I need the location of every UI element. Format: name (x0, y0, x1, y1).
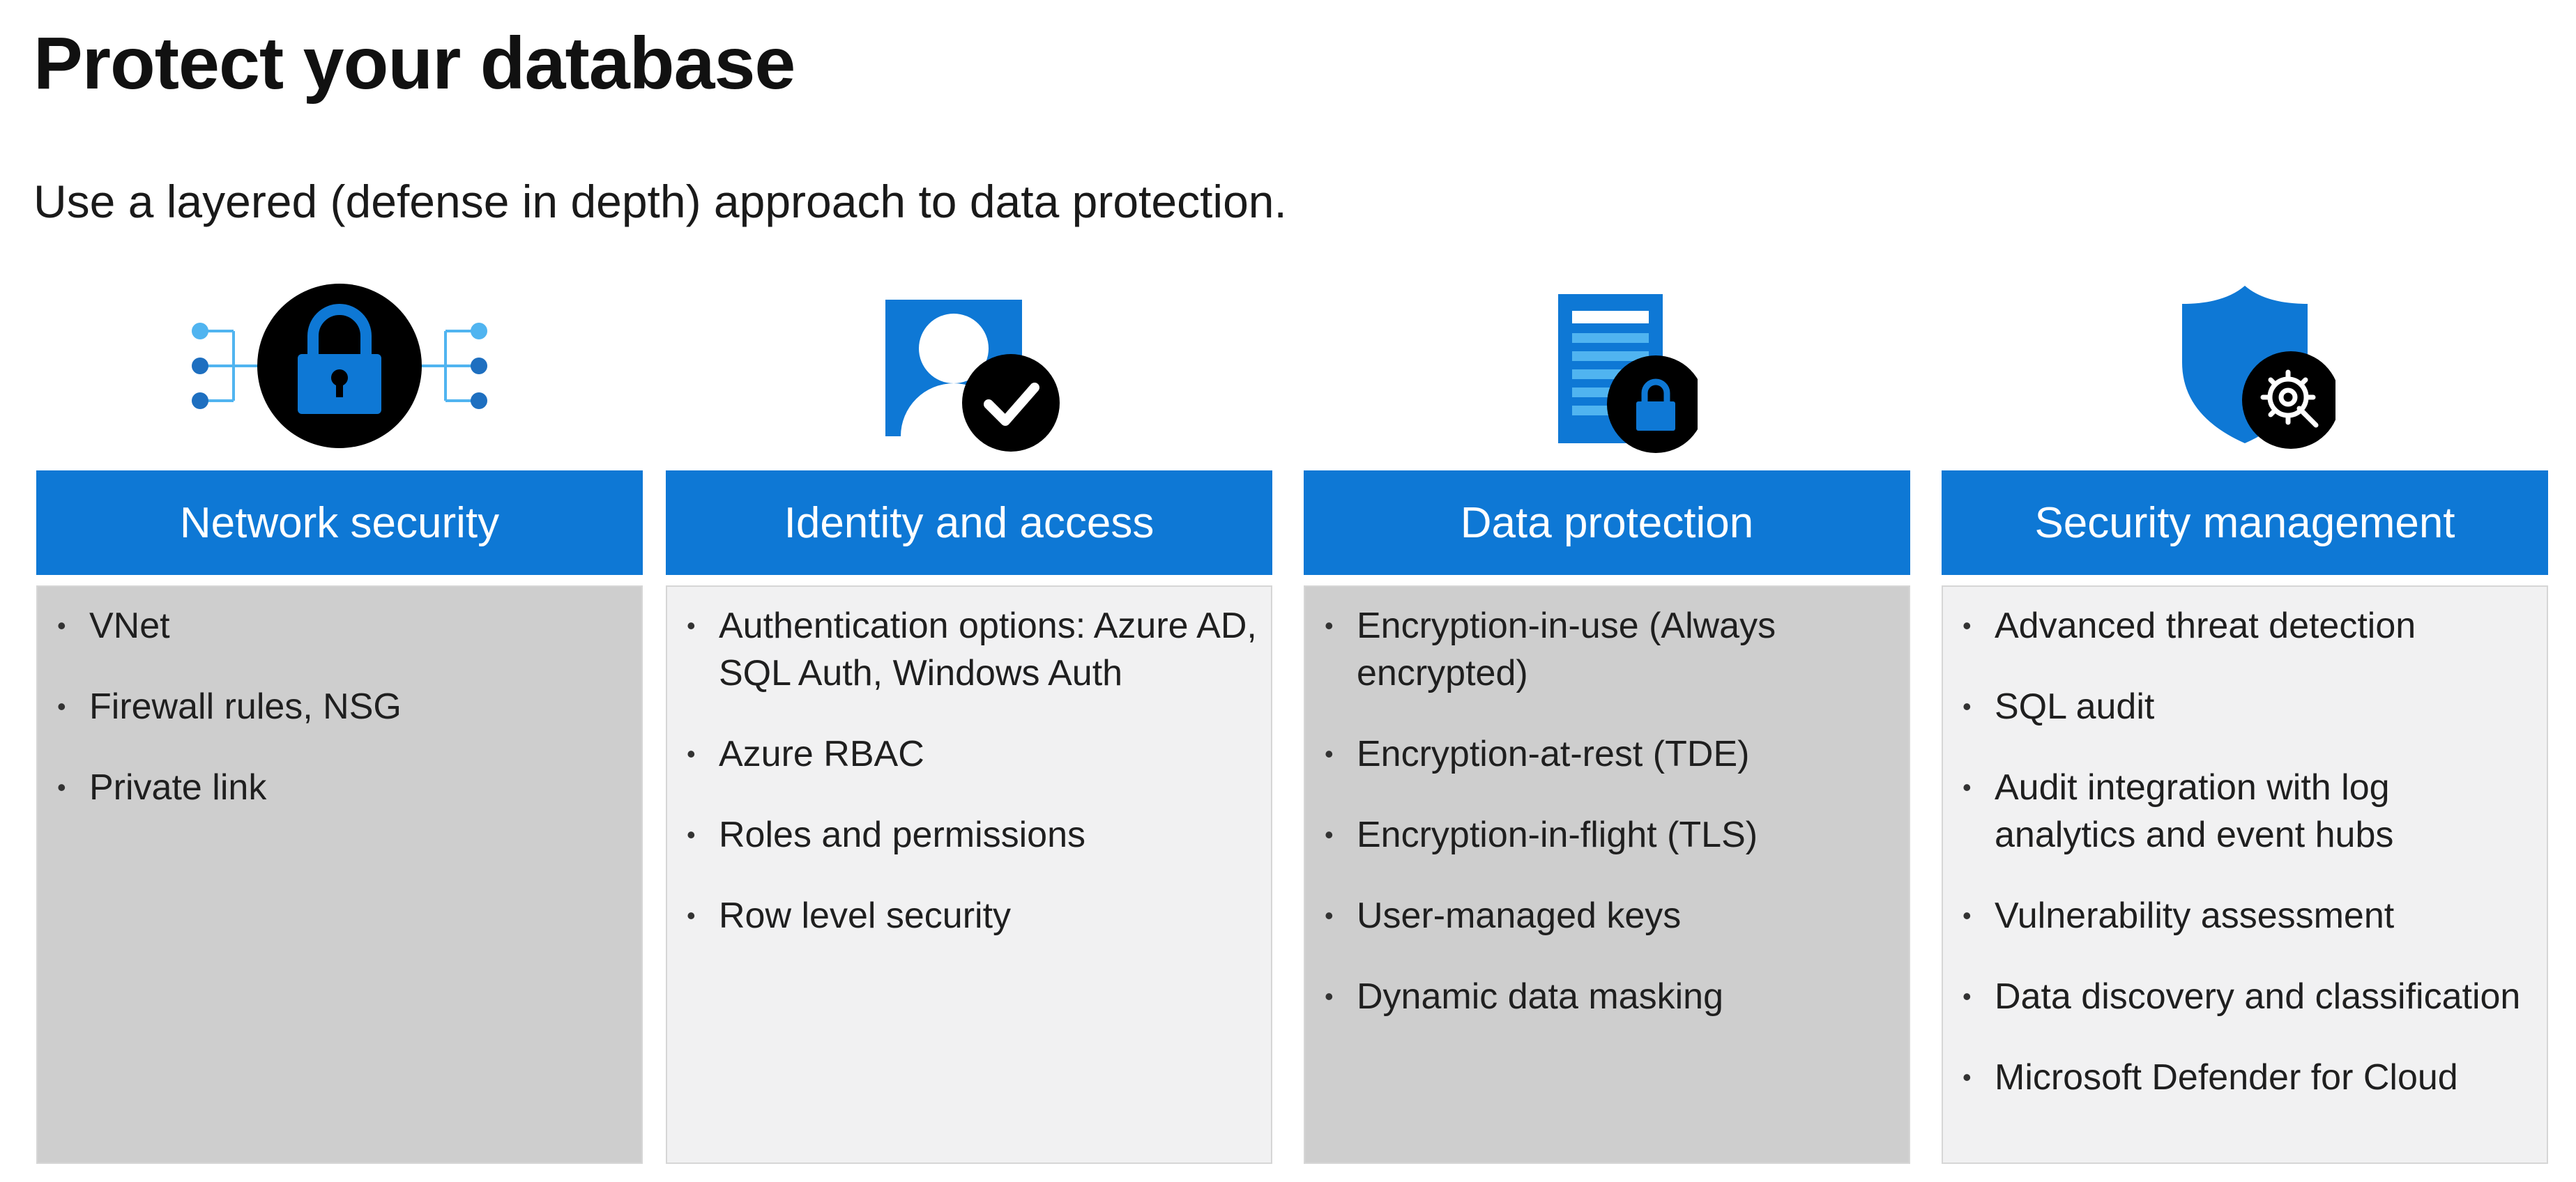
list-item: Dynamic data masking (1319, 973, 1896, 1020)
list-item: Firewall rules, NSG (52, 683, 629, 730)
list-item: Authentication options: Azure AD, SQL Au… (681, 602, 1258, 697)
list-item: Advanced threat detection (1957, 602, 2534, 650)
list-item: Encryption-at-rest (TDE) (1319, 730, 1896, 778)
list-item: VNet (52, 602, 629, 650)
pillar-header: Security management (1942, 470, 2548, 575)
shield-gear-icon (1942, 279, 2548, 453)
list-item: Data discovery and classification (1957, 973, 2534, 1020)
page-title: Protect your database (33, 22, 795, 105)
pillar-body: VNet Firewall rules, NSG Private link (36, 585, 643, 1164)
list-item: Vulnerability assessment (1957, 892, 2534, 939)
list-item: SQL audit (1957, 683, 2534, 730)
list-item: Roles and permissions (681, 811, 1258, 859)
network-lock-icon (36, 279, 643, 453)
pillar-data-protection: Data protection Encryption-in-use (Alway… (1304, 279, 1910, 1164)
list-item: Private link (52, 764, 629, 811)
list-item: Audit integration with log analytics and… (1957, 764, 2534, 859)
list-item: User-managed keys (1319, 892, 1896, 939)
identity-check-icon (666, 279, 1272, 453)
pillar-identity-access: Identity and access Authentication optio… (666, 279, 1272, 1164)
page-subtitle: Use a layered (defense in depth) approac… (33, 176, 1287, 227)
list-item: Encryption-in-use (Always encrypted) (1319, 602, 1896, 697)
pillar-header: Network security (36, 470, 643, 575)
list-item: Microsoft Defender for Cloud (1957, 1054, 2534, 1101)
document-lock-icon (1304, 279, 1910, 453)
pillar-security-management: Security management Advanced threat dete… (1942, 279, 2548, 1164)
pillar-header: Identity and access (666, 470, 1272, 575)
pillar-body: Authentication options: Azure AD, SQL Au… (666, 585, 1272, 1164)
list-item: Azure RBAC (681, 730, 1258, 778)
pillar-body: Advanced threat detection SQL audit Audi… (1942, 585, 2548, 1164)
list-item: Row level security (681, 892, 1258, 939)
pillar-header: Data protection (1304, 470, 1910, 575)
list-item: Encryption-in-flight (TLS) (1319, 811, 1896, 859)
pillar-body: Encryption-in-use (Always encrypted) Enc… (1304, 585, 1910, 1164)
pillar-network-security: Network security VNet Firewall rules, NS… (36, 279, 643, 1164)
